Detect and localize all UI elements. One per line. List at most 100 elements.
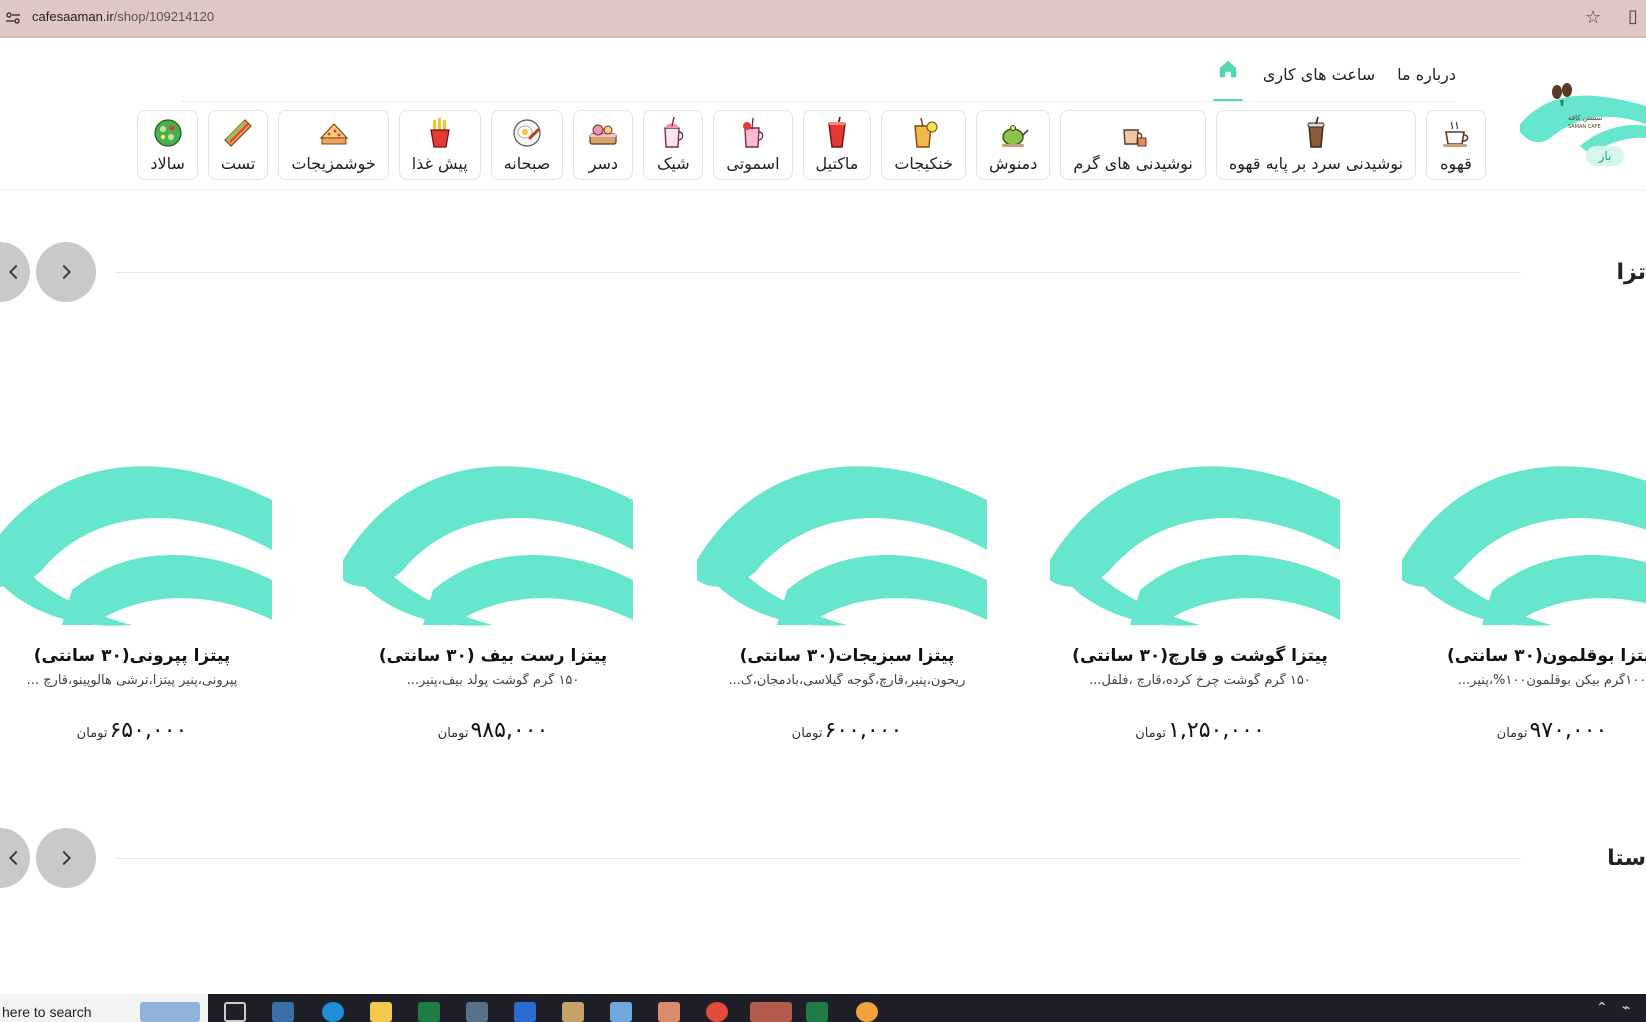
home-link[interactable] bbox=[1212, 58, 1243, 102]
product-image bbox=[1050, 466, 1340, 626]
home-icon bbox=[1219, 60, 1237, 78]
nav-link-hours[interactable]: ساعت های کاری bbox=[1263, 65, 1375, 91]
category-cold-drinks[interactable]: خنکیجات bbox=[881, 110, 967, 180]
category-shake[interactable]: شیک bbox=[643, 110, 704, 180]
mocktail-icon bbox=[828, 116, 846, 148]
excel-icon[interactable] bbox=[418, 1002, 440, 1022]
product-image bbox=[1402, 466, 1646, 626]
category-label: خوشمزیجات bbox=[291, 154, 376, 173]
svg-text:سستن کافه: سستن کافه bbox=[1568, 114, 1602, 122]
nav-divider bbox=[180, 101, 1456, 102]
tray-chevron-icon[interactable]: ⌃ bbox=[1596, 1000, 1608, 1016]
price-currency: تومان bbox=[1496, 726, 1528, 741]
category-breakfast[interactable]: صبحانه bbox=[490, 110, 564, 180]
app-icon[interactable] bbox=[562, 1002, 584, 1022]
category-label: دمنوش bbox=[989, 154, 1038, 173]
app-icon[interactable] bbox=[856, 1002, 878, 1022]
url-text[interactable]: cafesaaman.ir/shop/109214120 bbox=[32, 9, 214, 24]
site-settings-icon[interactable] bbox=[4, 9, 22, 27]
coffee-cup-icon bbox=[1443, 121, 1469, 147]
tray-network-icon[interactable]: ⌁ bbox=[1622, 1000, 1630, 1016]
price-value: ۶۰۰,۰۰۰ bbox=[824, 718, 903, 743]
category-salad[interactable]: سالاد bbox=[137, 110, 198, 180]
section-title-pasta: ستا bbox=[1607, 846, 1646, 871]
category-label: قهوه bbox=[1440, 154, 1472, 173]
product-name: پیتزا بوقلمون(۳۰ سانتی) bbox=[1446, 646, 1646, 666]
price-currency: تومان bbox=[1135, 726, 1167, 741]
section-divider bbox=[115, 858, 1521, 859]
category-coffee[interactable]: قهوه bbox=[1426, 110, 1486, 180]
chevron-right-icon bbox=[62, 264, 71, 280]
carousel-next-button[interactable] bbox=[36, 242, 96, 302]
snack-icon bbox=[319, 123, 348, 145]
file-explorer-icon[interactable] bbox=[370, 1002, 392, 1022]
product-name: پیتزا رست بیف (۳۰ سانتی) bbox=[378, 646, 608, 666]
iced-coffee-icon bbox=[1307, 116, 1325, 148]
price-currency: تومان bbox=[76, 726, 108, 741]
price-value: ۹۷۰,۰۰۰ bbox=[1529, 718, 1608, 743]
category-toast[interactable]: تست bbox=[207, 110, 269, 180]
category-hot-drinks[interactable]: نوشیدنی های گرم bbox=[1060, 110, 1206, 180]
calculator-icon[interactable] bbox=[466, 1002, 488, 1022]
address-bar[interactable]: cafesaaman.ir/shop/109214120 ☆ ▯ bbox=[0, 0, 1646, 36]
product-description: ۱۵۰ گرم گوشت پولد بیف،پنیر... bbox=[406, 673, 580, 688]
category-label: اسموتی bbox=[726, 154, 780, 173]
main-nav: ساعت های کاری درباره ما bbox=[1212, 58, 1456, 102]
chevron-left-icon bbox=[9, 264, 18, 280]
category-divider bbox=[0, 190, 1646, 191]
address-bar-border bbox=[0, 36, 1646, 38]
extensions-icon[interactable]: ▯ bbox=[1628, 6, 1638, 27]
category-label: خنکیجات bbox=[894, 154, 954, 173]
task-view-icon[interactable] bbox=[224, 1002, 246, 1022]
product-name: پیتزا سبزیجات(۳۰ سانتی) bbox=[739, 646, 955, 666]
store-icon[interactable] bbox=[272, 1002, 294, 1022]
category-smoothie[interactable]: اسموتی bbox=[713, 110, 793, 180]
category-label: سالاد bbox=[150, 154, 185, 173]
category-herbal-tea[interactable]: دمنوش bbox=[976, 110, 1051, 180]
smoothie-icon bbox=[742, 117, 764, 148]
category-label: پیش غذا bbox=[411, 154, 468, 173]
shake-icon bbox=[664, 116, 684, 148]
product-description: پپرونی،پنیر پیتزا،ترشی هالوپینو،قارچ ... bbox=[26, 673, 238, 688]
carousel-prev-button[interactable] bbox=[0, 828, 30, 888]
outlook-icon[interactable] bbox=[514, 1002, 536, 1022]
category-appetizer[interactable]: پیش غذا bbox=[398, 110, 481, 180]
chrome-icon[interactable] bbox=[706, 1002, 728, 1022]
svg-text:SAMAN CAFE: SAMAN CAFE bbox=[1568, 124, 1601, 130]
category-label: ماکتیل bbox=[815, 154, 859, 173]
snipping-tool-icon[interactable] bbox=[658, 1002, 680, 1022]
product-price: ۹۸۵,۰۰۰ تومان bbox=[343, 718, 643, 743]
carousel-prev-button[interactable] bbox=[0, 242, 30, 302]
paint-icon[interactable] bbox=[610, 1002, 632, 1022]
product-image bbox=[0, 466, 272, 626]
excel-icon[interactable] bbox=[806, 1002, 828, 1022]
url-host: cafesaaman.ir bbox=[32, 9, 114, 24]
category-mocktail[interactable]: ماکتیل bbox=[802, 110, 872, 180]
product-card[interactable]: پیتزا بوقلمون(۳۰ سانتی) ۱۰۰گرم بیکن بوقل… bbox=[1402, 440, 1646, 760]
edge-icon[interactable] bbox=[322, 1002, 344, 1022]
cafe-logo[interactable]: سستن کافه SAMAN CAFE bbox=[1520, 76, 1646, 166]
section-divider bbox=[115, 272, 1521, 273]
category-label: نوشیدنی های گرم bbox=[1073, 154, 1193, 173]
product-name: پیتزا پپرونی(۳۰ سانتی) bbox=[33, 646, 231, 666]
url-path: /shop/109214120 bbox=[113, 9, 215, 24]
product-name: پیتزا گوشت و قارچ(۳۰ سانتی) bbox=[1072, 646, 1328, 666]
product-description: ۱۰۰گرم بیکن بوقلمون۱۰۰%،پنیر... bbox=[1457, 673, 1646, 688]
product-image bbox=[697, 466, 987, 626]
carousel-next-button[interactable] bbox=[36, 828, 96, 888]
product-card[interactable]: پیتزا پپرونی(۳۰ سانتی) پپرونی،پنیر پیتزا… bbox=[0, 440, 282, 760]
product-card[interactable]: پیتزا سبزیجات(۳۰ سانتی) ریحون،پنیر،قارچ،… bbox=[697, 440, 997, 760]
chevron-right-icon bbox=[62, 850, 71, 866]
bookmark-star-icon[interactable]: ☆ bbox=[1585, 7, 1601, 28]
category-iced-coffee[interactable]: نوشیدنی سرد بر پایه قهوه bbox=[1215, 110, 1416, 180]
product-card[interactable]: پیتزا گوشت و قارچ(۳۰ سانتی) ۱۵۰ گرم گوشت… bbox=[1050, 440, 1350, 760]
product-description: ریحون،پنیر،قارچ،گوجه گیلاسی،بادمجان،ک... bbox=[728, 673, 966, 688]
category-dessert[interactable]: دسر bbox=[573, 110, 634, 180]
price-value: ۱,۲۵۰,۰۰۰ bbox=[1168, 718, 1265, 743]
category-snacks[interactable]: خوشمزیجات bbox=[278, 110, 389, 180]
price-currency: تومان bbox=[791, 726, 823, 741]
active-app-icon[interactable] bbox=[750, 1002, 792, 1022]
product-card[interactable]: پیتزا رست بیف (۳۰ سانتی) ۱۵۰ گرم گوشت پو… bbox=[343, 440, 643, 760]
nav-link-about[interactable]: درباره ما bbox=[1397, 65, 1456, 91]
category-label: شیک bbox=[657, 154, 690, 173]
